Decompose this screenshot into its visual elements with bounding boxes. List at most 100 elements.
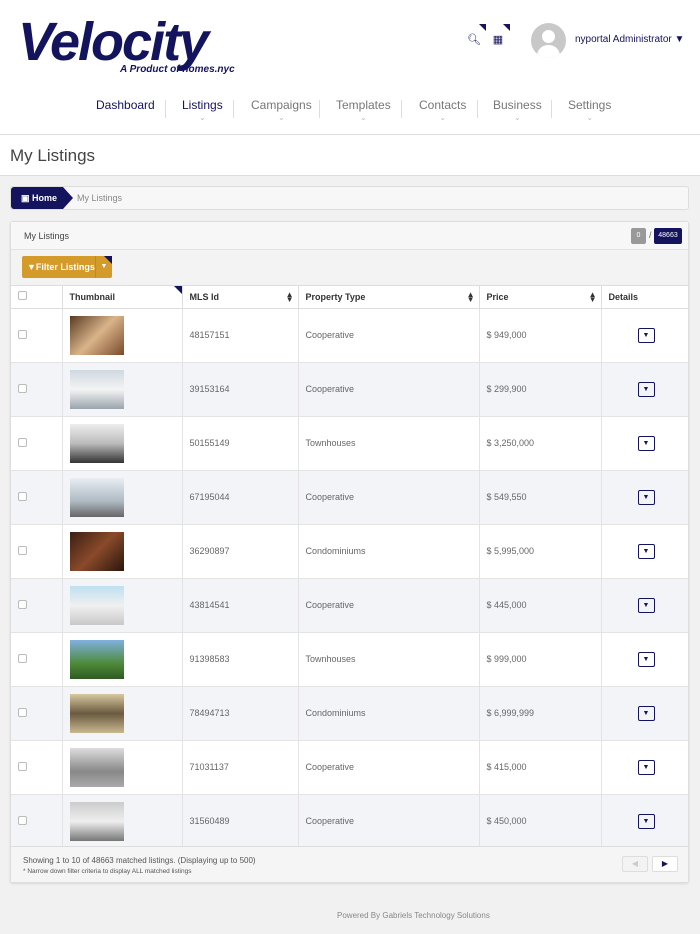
price: $ 6,999,999: [479, 686, 602, 741]
listing-thumbnail[interactable]: [69, 585, 124, 625]
row-checkbox[interactable]: [18, 653, 27, 663]
breadcrumb-home[interactable]: ▣ Home: [11, 187, 73, 209]
details-dropdown-button[interactable]: ▼: [637, 381, 655, 397]
home-icon: ▣: [21, 193, 30, 203]
mls-id: 71031137: [182, 740, 299, 795]
table-row: 43814541 Cooperative $ 445,000 ▼: [11, 578, 688, 633]
details-dropdown-button[interactable]: ▼: [637, 813, 655, 829]
nav-listings[interactable]: Listings ⌄: [182, 98, 223, 122]
details-dropdown-button[interactable]: ▼: [637, 759, 655, 775]
mls-id: 78494713: [182, 686, 299, 741]
table-row: 50155149 Townhouses $ 3,250,000 ▼: [11, 416, 688, 471]
listing-thumbnail[interactable]: [69, 639, 124, 679]
nav-contacts[interactable]: Contacts ⌄: [419, 98, 466, 122]
details-dropdown-button[interactable]: ▼: [637, 705, 655, 721]
listing-thumbnail[interactable]: [69, 477, 124, 517]
price: $ 549,550: [479, 470, 602, 525]
col-thumbnail[interactable]: Thumbnail: [62, 286, 183, 309]
powered-by: Powered By Gabriels Technology Solutions: [337, 911, 490, 920]
property-type: Condominiums: [298, 524, 480, 579]
selected-count-badge: 0: [631, 228, 646, 244]
chevron-down-icon: ⌄: [198, 113, 206, 122]
table-row: 48157151 Cooperative $ 949,000 ▼: [11, 308, 688, 363]
select-all-header: [11, 286, 63, 309]
user-menu[interactable]: nyportal Administrator ▼: [575, 34, 684, 45]
showing-text: Showing 1 to 10 of 48663 matched listing…: [23, 856, 256, 865]
table-row: 67195044 Cooperative $ 549,550 ▼: [11, 470, 688, 525]
listing-thumbnail[interactable]: [69, 693, 124, 733]
row-checkbox[interactable]: [18, 761, 27, 771]
filter-dropdown-toggle[interactable]: ▼: [95, 256, 112, 278]
listing-thumbnail[interactable]: [69, 801, 124, 841]
row-checkbox[interactable]: [18, 491, 27, 501]
mls-id: 43814541: [182, 578, 299, 633]
mls-id: 50155149: [182, 416, 299, 471]
table-row: 78494713 Condominiums $ 6,999,999 ▼: [11, 686, 688, 741]
row-checkbox[interactable]: [18, 383, 27, 393]
nav-settings[interactable]: Settings ⌄: [568, 98, 611, 122]
table-row: 71031137 Cooperative $ 415,000 ▼: [11, 740, 688, 795]
next-page-button[interactable]: ▶: [652, 856, 678, 872]
nav-campaigns[interactable]: Campaigns ⌄: [251, 98, 312, 122]
property-type: Cooperative: [298, 362, 480, 417]
col-price[interactable]: Price ▲ ▼: [479, 286, 602, 309]
user-name: nyportal Administrator: [575, 34, 672, 45]
sort-icon: ▲ ▼: [588, 290, 597, 304]
details-dropdown-button[interactable]: ▼: [637, 543, 655, 559]
chevron-down-icon: ⌄: [360, 113, 367, 122]
col-property-type[interactable]: Property Type ▲ ▼: [298, 286, 480, 309]
details-dropdown-button[interactable]: ▼: [637, 327, 655, 343]
mls-id: 48157151: [182, 308, 299, 363]
details-dropdown-button[interactable]: ▼: [637, 651, 655, 667]
row-checkbox[interactable]: [18, 545, 27, 555]
listing-thumbnail[interactable]: [69, 423, 124, 463]
row-checkbox[interactable]: [18, 815, 27, 825]
breadcrumb-current: My Listings: [77, 193, 123, 203]
price: $ 450,000: [479, 794, 602, 849]
nav-business[interactable]: Business ⌄: [493, 98, 542, 122]
velocity-logo[interactable]: Velocity A Product of homes.nyc: [18, 12, 263, 78]
prev-page-button[interactable]: ◀: [622, 856, 648, 872]
chevron-down-icon: ⌄: [514, 113, 521, 122]
nav-dashboard[interactable]: Dashboard: [96, 98, 155, 112]
nav-templates[interactable]: Templates ⌄: [336, 98, 391, 122]
price: $ 445,000: [479, 578, 602, 633]
filter-listings-button[interactable]: ▼Filter Listings ▼: [22, 256, 112, 278]
listings-table: Thumbnail MLS Id ▲ ▼ Property Type ▲ ▼ Price…: [11, 286, 688, 849]
property-type: Cooperative: [298, 470, 480, 525]
sort-icon: ▲ ▼: [466, 290, 475, 304]
details-dropdown-button[interactable]: ▼: [637, 435, 655, 451]
calendar-icon[interactable]: ▦: [491, 24, 510, 47]
listing-thumbnail[interactable]: [69, 369, 124, 409]
sort-icon: ▲ ▼: [285, 290, 294, 304]
table-row: 31560489 Cooperative $ 450,000 ▼: [11, 794, 688, 849]
listing-thumbnail[interactable]: [69, 747, 124, 787]
row-checkbox[interactable]: [18, 437, 27, 447]
table-row: 36290897 Condominiums $ 5,995,000 ▼: [11, 524, 688, 579]
price: $ 5,995,000: [479, 524, 602, 579]
row-checkbox[interactable]: [18, 599, 27, 609]
filter-note: * Narrow down filter criteria to display…: [23, 868, 192, 875]
price: $ 949,000: [479, 308, 602, 363]
avatar[interactable]: [531, 23, 566, 58]
details-dropdown-button[interactable]: ▼: [637, 489, 655, 505]
listing-thumbnail[interactable]: [69, 531, 124, 571]
page-title: My Listings: [10, 146, 96, 165]
details-dropdown-button[interactable]: ▼: [637, 597, 655, 613]
listing-thumbnail[interactable]: [69, 315, 124, 355]
row-checkbox[interactable]: [18, 329, 27, 339]
row-checkbox[interactable]: [18, 707, 27, 717]
mls-id: 39153164: [182, 362, 299, 417]
property-type: Cooperative: [298, 740, 480, 795]
property-type: Cooperative: [298, 308, 480, 363]
property-type: Townhouses: [298, 632, 480, 687]
col-mls-id[interactable]: MLS Id ▲ ▼: [182, 286, 299, 309]
table-row: 91398583 Townhouses $ 999,000 ▼: [11, 632, 688, 687]
select-all-checkbox[interactable]: [18, 291, 27, 301]
chevron-down-icon: ⌄: [439, 113, 447, 122]
property-type: Townhouses: [298, 416, 480, 471]
listings-panel: My Listings 0 / 48663 ▼Filter Listings ▼ …: [10, 221, 689, 883]
search-icon[interactable]: 🔍︎: [467, 24, 486, 47]
mls-id: 67195044: [182, 470, 299, 525]
filter-icon: ▼: [27, 262, 36, 272]
